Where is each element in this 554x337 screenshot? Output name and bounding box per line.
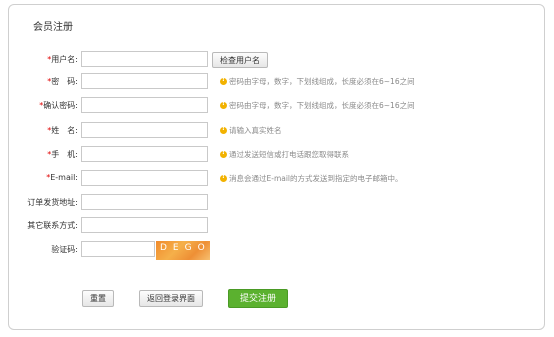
name-label: *姓 名: xyxy=(47,126,78,135)
email-hint: 消息会通过E-mail的方式发送到指定的电子邮箱中。 xyxy=(220,173,403,184)
confirm-password-input[interactable] xyxy=(81,97,208,113)
submit-button[interactable]: 提交注册 xyxy=(228,289,288,308)
username-label: *用户名: xyxy=(47,55,78,64)
mobile-label: *手 机: xyxy=(47,150,78,159)
name-input[interactable] xyxy=(81,122,208,138)
captcha-label: 验证码: xyxy=(51,245,78,254)
row-shipping-address: 订单发货地址: xyxy=(0,194,554,212)
info-icon xyxy=(220,100,227,109)
row-mobile: *手 机: 通过发送短信或打电话跟您取得联系 xyxy=(0,146,554,164)
row-confirm-password: *确认密码: 密码由字母，数字，下划线组成，长度必须在6~16之间 xyxy=(0,97,554,115)
password-hint: 密码由字母，数字，下划线组成，长度必须在6~16之间 xyxy=(220,76,415,87)
email-input[interactable] xyxy=(81,170,208,186)
info-icon xyxy=(220,149,227,158)
other-contact-label: 其它联系方式: xyxy=(27,221,78,230)
password-input[interactable] xyxy=(81,73,208,89)
email-label: *E-mail: xyxy=(46,173,78,182)
info-icon xyxy=(220,76,227,85)
captcha-input[interactable] xyxy=(81,241,155,257)
row-password: *密 码: 密码由字母，数字，下划线组成，长度必须在6~16之间 xyxy=(0,73,554,91)
page-title: 会员注册 xyxy=(33,22,73,33)
mobile-hint: 通过发送短信或打电话跟您取得联系 xyxy=(220,149,349,160)
shipping-address-label: 订单发货地址: xyxy=(27,198,78,207)
confirm-password-label: *确认密码: xyxy=(39,101,78,110)
other-contact-input[interactable] xyxy=(81,217,208,233)
name-hint: 请输入真实姓名 xyxy=(220,125,282,136)
reset-button[interactable]: 重置 xyxy=(82,290,114,307)
shipping-address-input[interactable] xyxy=(81,194,208,210)
row-username: *用户名: 检查用户名 xyxy=(0,51,554,69)
mobile-input[interactable] xyxy=(81,146,208,162)
row-name: *姓 名: 请输入真实姓名 xyxy=(0,122,554,140)
check-username-button[interactable]: 检查用户名 xyxy=(212,52,268,68)
info-icon xyxy=(220,125,227,134)
row-email: *E-mail: 消息会通过E-mail的方式发送到指定的电子邮箱中。 xyxy=(0,170,554,188)
row-other-contact: 其它联系方式: xyxy=(0,217,554,235)
row-captcha: 验证码: DEGO xyxy=(0,241,554,260)
captcha-image[interactable]: DEGO xyxy=(156,241,210,260)
password-label: *密 码: xyxy=(47,77,78,86)
confirm-password-hint: 密码由字母，数字，下划线组成，长度必须在6~16之间 xyxy=(220,100,415,111)
username-input[interactable] xyxy=(81,51,208,67)
back-to-login-button[interactable]: 返回登录界面 xyxy=(139,290,203,307)
info-icon xyxy=(220,173,227,182)
